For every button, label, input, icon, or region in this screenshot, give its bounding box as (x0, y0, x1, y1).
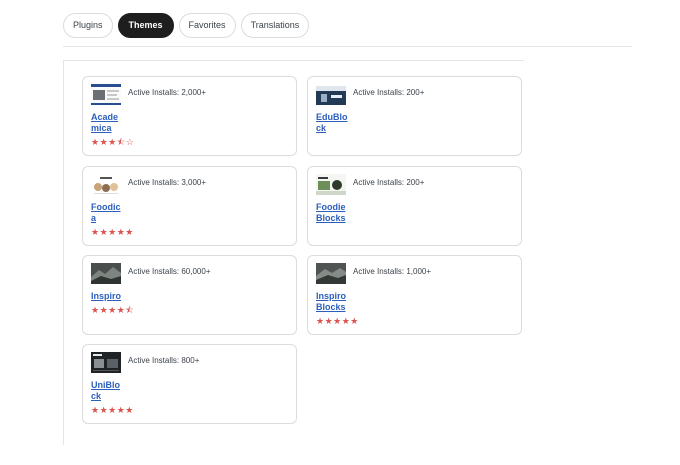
divider (63, 46, 632, 47)
theme-thumbnail[interactable] (316, 84, 346, 105)
theme-thumbnail[interactable] (91, 352, 121, 373)
star-rating: ★★★★⯪ (91, 305, 135, 315)
tab-translations[interactable]: Translations (240, 13, 310, 38)
active-installs: Active Installs: 3,000+ (128, 178, 207, 187)
star-rating: ★★★★★ (316, 316, 359, 326)
theme-name-link[interactable]: Foodie Blocks (316, 202, 348, 224)
theme-name-link[interactable]: UniBlock (91, 380, 123, 402)
theme-card: Active Installs: 200+ EduBlock (307, 76, 522, 156)
theme-thumbnail[interactable] (316, 263, 346, 284)
panel-border-top (63, 60, 524, 61)
theme-name-link[interactable]: Inspiro (91, 291, 151, 302)
active-installs: Active Installs: 800+ (128, 356, 200, 365)
theme-name-link[interactable]: Academica (91, 112, 123, 134)
star-rating: ★★★⯪☆ (91, 137, 135, 147)
theme-card: Active Installs: 3,000+ Foodica ★★★★★ (82, 166, 297, 246)
active-installs: Active Installs: 200+ (353, 178, 425, 187)
theme-card: Active Installs: 800+ UniBlock ★★★★★ (82, 344, 297, 424)
theme-card: Active Installs: 200+ Foodie Blocks (307, 166, 522, 246)
active-installs: Active Installs: 1,000+ (353, 267, 432, 276)
tab-bar: Plugins Themes Favorites Translations (63, 13, 310, 38)
star-rating: ★★★★★ (91, 227, 134, 237)
active-installs: Active Installs: 2,000+ (128, 88, 207, 97)
theme-card: Active Installs: 2,000+ Academica ★★★⯪☆ (82, 76, 297, 156)
star-rating: ★★★★★ (91, 405, 134, 415)
tab-plugins[interactable]: Plugins (63, 13, 113, 38)
tab-favorites[interactable]: Favorites (178, 13, 236, 38)
theme-thumbnail[interactable] (91, 263, 121, 284)
tab-themes[interactable]: Themes (117, 13, 174, 38)
theme-name-link[interactable]: Foodica (91, 202, 123, 224)
panel-border-left (63, 60, 64, 445)
theme-card: Active Installs: 60,000+ Inspiro ★★★★⯪ (82, 255, 297, 335)
active-installs: Active Installs: 200+ (353, 88, 425, 97)
theme-name-link[interactable]: Inspiro Blocks (316, 291, 348, 313)
theme-name-link[interactable]: EduBlock (316, 112, 348, 134)
theme-card: Active Installs: 1,000+ Inspiro Blocks ★… (307, 255, 522, 335)
theme-thumbnail[interactable] (91, 174, 121, 195)
theme-thumbnail[interactable] (316, 174, 346, 195)
theme-thumbnail[interactable] (91, 84, 121, 105)
active-installs: Active Installs: 60,000+ (128, 267, 211, 276)
